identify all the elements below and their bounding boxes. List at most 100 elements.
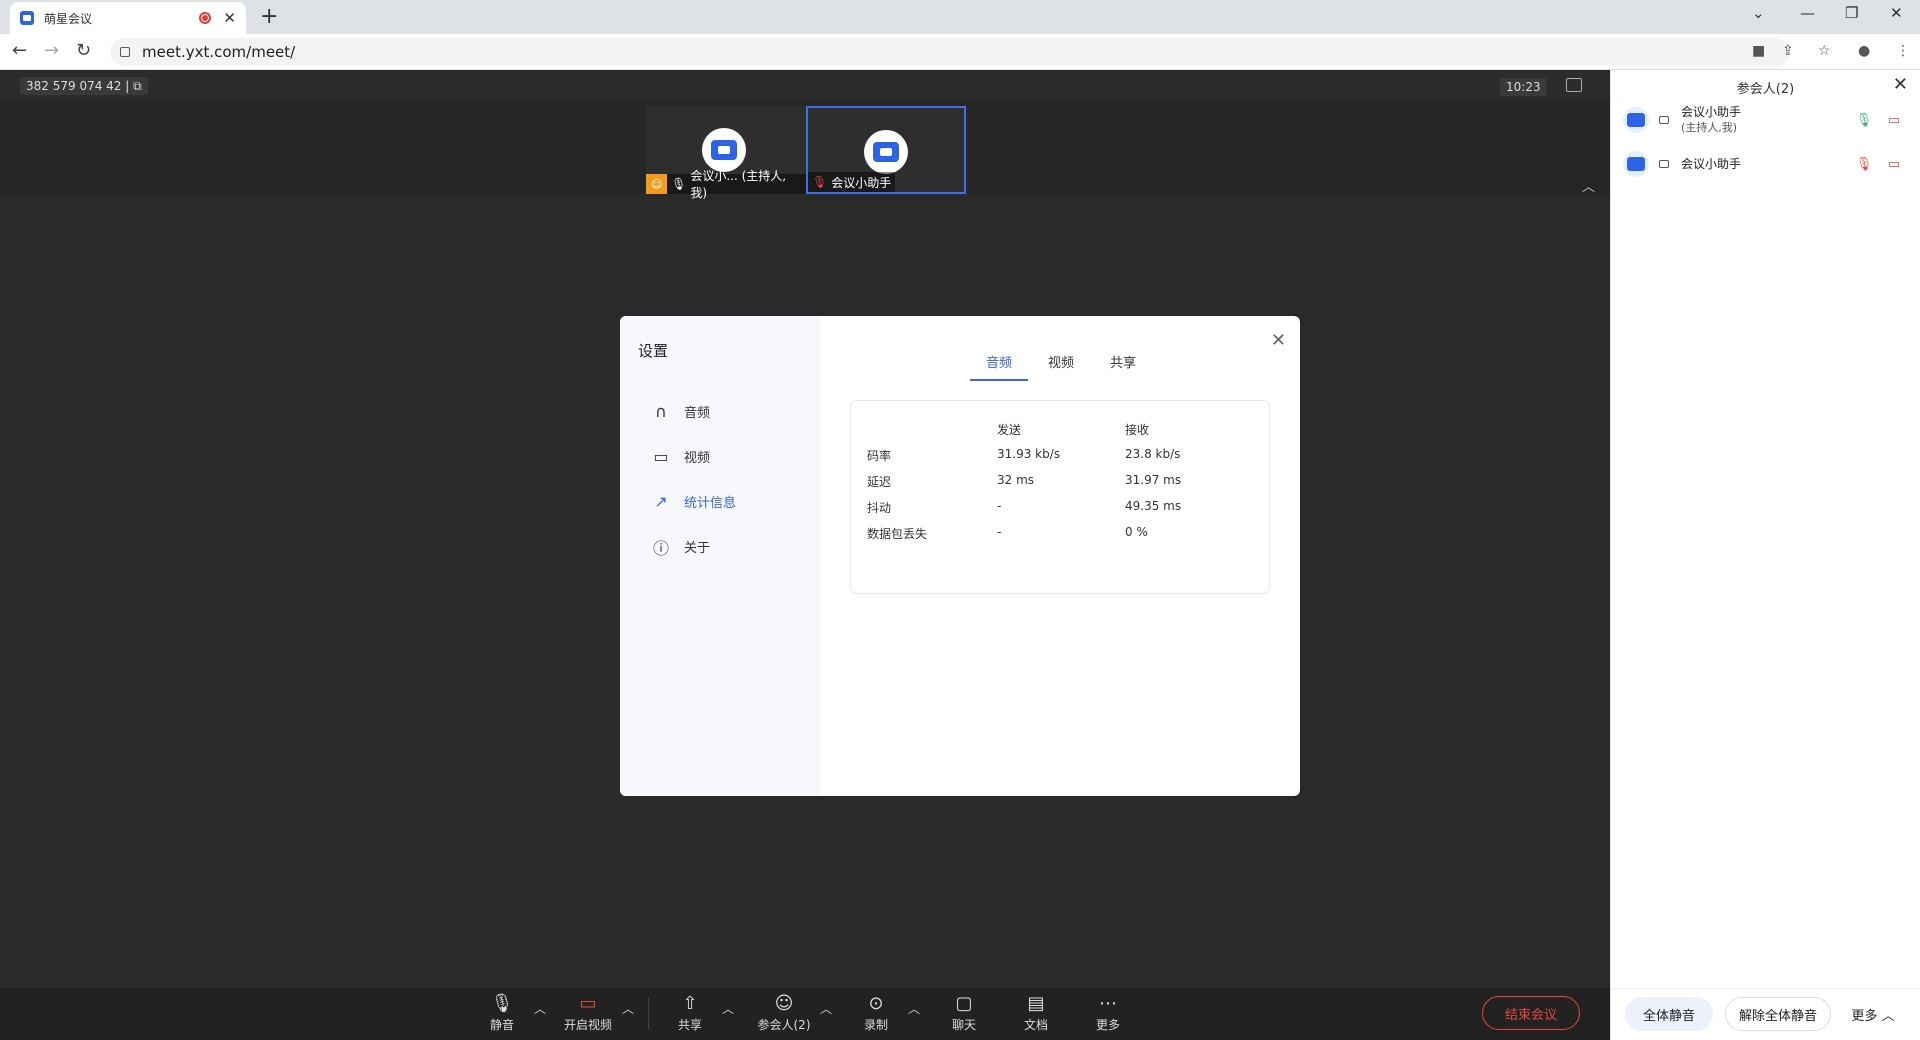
new-tab-icon[interactable]: + xyxy=(260,4,278,29)
recording-indicator-icon xyxy=(199,12,212,24)
divider xyxy=(648,998,649,1030)
video-tile-host[interactable]: ☺ 🎙 会议小... (主持人, 我) xyxy=(646,106,806,200)
participant-name: 会议小助手 xyxy=(1681,157,1742,171)
stats-header-row: 发送 接收 xyxy=(867,421,1245,438)
avatar xyxy=(702,128,746,172)
start-video-button[interactable]: ▭ 开启视频 xyxy=(558,992,618,1033)
share-icon: ⇧ xyxy=(682,993,698,1014)
layout-icon[interactable] xyxy=(1566,78,1582,92)
tab-search-icon[interactable]: ⌄ xyxy=(1752,4,1765,22)
stats-table: 发送 接收 码率 31.93 kb/s 23.8 kb/s 延迟 32 ms 3… xyxy=(850,400,1270,594)
forward-icon[interactable]: → xyxy=(44,40,59,61)
chat-button[interactable]: ▢ 聊天 xyxy=(934,992,994,1033)
collapse-strip-icon[interactable]: ︿ xyxy=(1582,176,1595,195)
list-item[interactable]: 会议小助手 🎙 ▭ xyxy=(1623,142,1913,186)
table-row: 数据包丢失 - 0 % xyxy=(867,525,1148,541)
browser-menu-icon[interactable]: ⋮ xyxy=(1896,43,1910,59)
meeting-controls: 🎙 静音 ︿ ▭ 开启视频 ︿ ⇧ 共享 ︿ ☺ 参会人(2) ︿ ⊙ 录制 ︿… xyxy=(0,988,1610,1040)
settings-dialog: 设置 ∩ 音频 ▭ 视频 ↗ 统计信息 ⓘ 关于 ✕ 音频 视频 共享 发送 接… xyxy=(620,316,1300,796)
meeting-time: 10:23 xyxy=(1500,78,1547,96)
tab-audio[interactable]: 音频 xyxy=(970,352,1029,381)
line-chart-icon: ↗ xyxy=(654,492,668,511)
video-tile-guest[interactable]: 🎙 会议小助手 xyxy=(806,106,966,194)
header-recv: 接收 xyxy=(1125,423,1150,437)
participants-icon: ☺ xyxy=(774,993,794,1014)
panel-actions: 全体静音 解除全体静音 更多 ︿ xyxy=(1611,988,1920,1040)
device-icon xyxy=(1659,160,1669,168)
settings-nav-about[interactable]: ⓘ 关于 xyxy=(638,524,802,569)
table-row: 码率 31.93 kb/s 23.8 kb/s xyxy=(867,447,1181,463)
profile-icon[interactable]: ● xyxy=(1858,43,1870,59)
tab-share[interactable]: 共享 xyxy=(1094,352,1152,381)
avatar xyxy=(1623,151,1649,177)
window-close-icon[interactable]: ✕ xyxy=(1890,4,1903,22)
avatar xyxy=(864,130,908,174)
record-button[interactable]: ⊙ 录制 xyxy=(846,992,906,1033)
meeting-topbar: 382 579 074 42 | ⧉ 10:23 xyxy=(0,70,1610,100)
tab-close-icon[interactable]: ✕ xyxy=(223,9,236,27)
participants-panel: 参会人(2) ✕ 会议小助手 (主持人,我) 🎙 ▭ 会议小助手 🎙 ▭ 全体静… xyxy=(1610,70,1920,1040)
panel-more-button[interactable]: 更多 ︿ xyxy=(1843,997,1903,1031)
mic-muted-icon: 🎙 xyxy=(812,175,828,189)
unmute-all-button[interactable]: 解除全体静音 xyxy=(1725,997,1831,1031)
settings-nav-video[interactable]: ▭ 视频 xyxy=(638,434,802,479)
restore-icon[interactable]: ❐ xyxy=(1845,4,1858,22)
share-button[interactable]: ⇧ 共享 xyxy=(660,992,720,1033)
camera-icon[interactable]: ■ xyxy=(1752,43,1765,59)
mute-all-button[interactable]: 全体静音 xyxy=(1625,997,1713,1031)
back-icon[interactable]: ← xyxy=(12,40,27,61)
minimize-icon[interactable]: — xyxy=(1800,4,1815,22)
record-icon: ⊙ xyxy=(868,993,884,1014)
browser-tabbar: 萌星会议 ✕ + ⌄ — ❐ ✕ xyxy=(0,0,1920,34)
address-bar[interactable]: meet.yxt.com/meet/ xyxy=(110,38,1790,66)
browser-tab[interactable]: 萌星会议 ✕ xyxy=(10,2,246,34)
more-icon: ⋯ xyxy=(1099,993,1117,1014)
lock-icon xyxy=(120,47,130,57)
camera-off-icon[interactable]: ▭ xyxy=(1879,113,1909,128)
close-icon[interactable]: ✕ xyxy=(1271,330,1286,351)
list-item[interactable]: 会议小助手 (主持人,我) 🎙 ▭ xyxy=(1623,98,1913,142)
video-camera-icon: ▭ xyxy=(653,447,669,466)
document-icon: ▤ xyxy=(1027,993,1045,1014)
participants-options-chevron-icon[interactable]: ︿ xyxy=(820,1000,832,1017)
share-page-icon[interactable]: ⇪ xyxy=(1782,43,1794,59)
browser-toolbar: ← → ↻ meet.yxt.com/meet/ ■ ⇪ ☆ ● ⋮ xyxy=(0,34,1920,70)
more-button[interactable]: ⋯ 更多 xyxy=(1078,992,1138,1033)
table-row: 延迟 32 ms 31.97 ms xyxy=(867,473,1182,489)
host-badge-icon: ☺ xyxy=(646,174,668,194)
record-options-chevron-icon[interactable]: ︿ xyxy=(908,1000,920,1017)
settings-sidebar: 设置 ∩ 音频 ▭ 视频 ↗ 统计信息 ⓘ 关于 xyxy=(620,316,820,796)
audio-options-chevron-icon[interactable]: ︿ xyxy=(534,1000,546,1017)
url-text: meet.yxt.com/meet/ xyxy=(142,43,296,61)
tile-label: 🎙 会议小助手 xyxy=(808,172,896,192)
participants-button[interactable]: ☺ 参会人(2) xyxy=(754,992,814,1033)
bookmark-star-icon[interactable]: ☆ xyxy=(1818,43,1831,59)
table-row: 抖动 - 49.35 ms xyxy=(867,499,1182,515)
tab-video[interactable]: 视频 xyxy=(1032,352,1090,381)
meeting-id[interactable]: 382 579 074 42 | ⧉ xyxy=(20,77,148,95)
chat-icon: ▢ xyxy=(955,993,973,1014)
stats-tabs: 音频 视频 共享 xyxy=(970,352,1156,381)
copy-icon[interactable]: ⧉ xyxy=(133,79,142,93)
documents-button[interactable]: ▤ 文档 xyxy=(1006,992,1066,1033)
video-options-chevron-icon[interactable]: ︿ xyxy=(622,1000,634,1017)
video-strip: ☺ 🎙 会议小... (主持人, 我) 🎙 会议小助手 ︿ xyxy=(0,100,1610,200)
share-options-chevron-icon[interactable]: ︿ xyxy=(722,1000,734,1017)
end-meeting-button[interactable]: 结束会议 xyxy=(1482,996,1580,1030)
reload-icon[interactable]: ↻ xyxy=(76,40,91,61)
headphones-icon: ∩ xyxy=(655,402,667,421)
mute-button[interactable]: 🎙 静音 xyxy=(472,992,532,1033)
mic-icon: 🎙 xyxy=(671,177,687,191)
camera-off-icon[interactable]: ▭ xyxy=(1879,157,1909,172)
settings-nav-audio[interactable]: ∩ 音频 xyxy=(638,389,802,434)
mic-muted-icon[interactable]: 🎙 xyxy=(1849,157,1879,172)
settings-content: ✕ 音频 视频 共享 发送 接收 码率 31.93 kb/s 23.8 kb/s… xyxy=(820,316,1300,796)
video-off-icon: ▭ xyxy=(579,993,597,1014)
tile-label: ☺ 🎙 会议小... (主持人, 我) xyxy=(646,169,806,200)
close-icon[interactable]: ✕ xyxy=(1893,74,1908,95)
site-favicon-icon xyxy=(20,11,34,25)
header-send: 发送 xyxy=(997,423,1022,437)
settings-title: 设置 xyxy=(638,342,669,360)
settings-nav-stats[interactable]: ↗ 统计信息 xyxy=(638,479,802,524)
mic-icon[interactable]: 🎙 xyxy=(1849,113,1879,128)
